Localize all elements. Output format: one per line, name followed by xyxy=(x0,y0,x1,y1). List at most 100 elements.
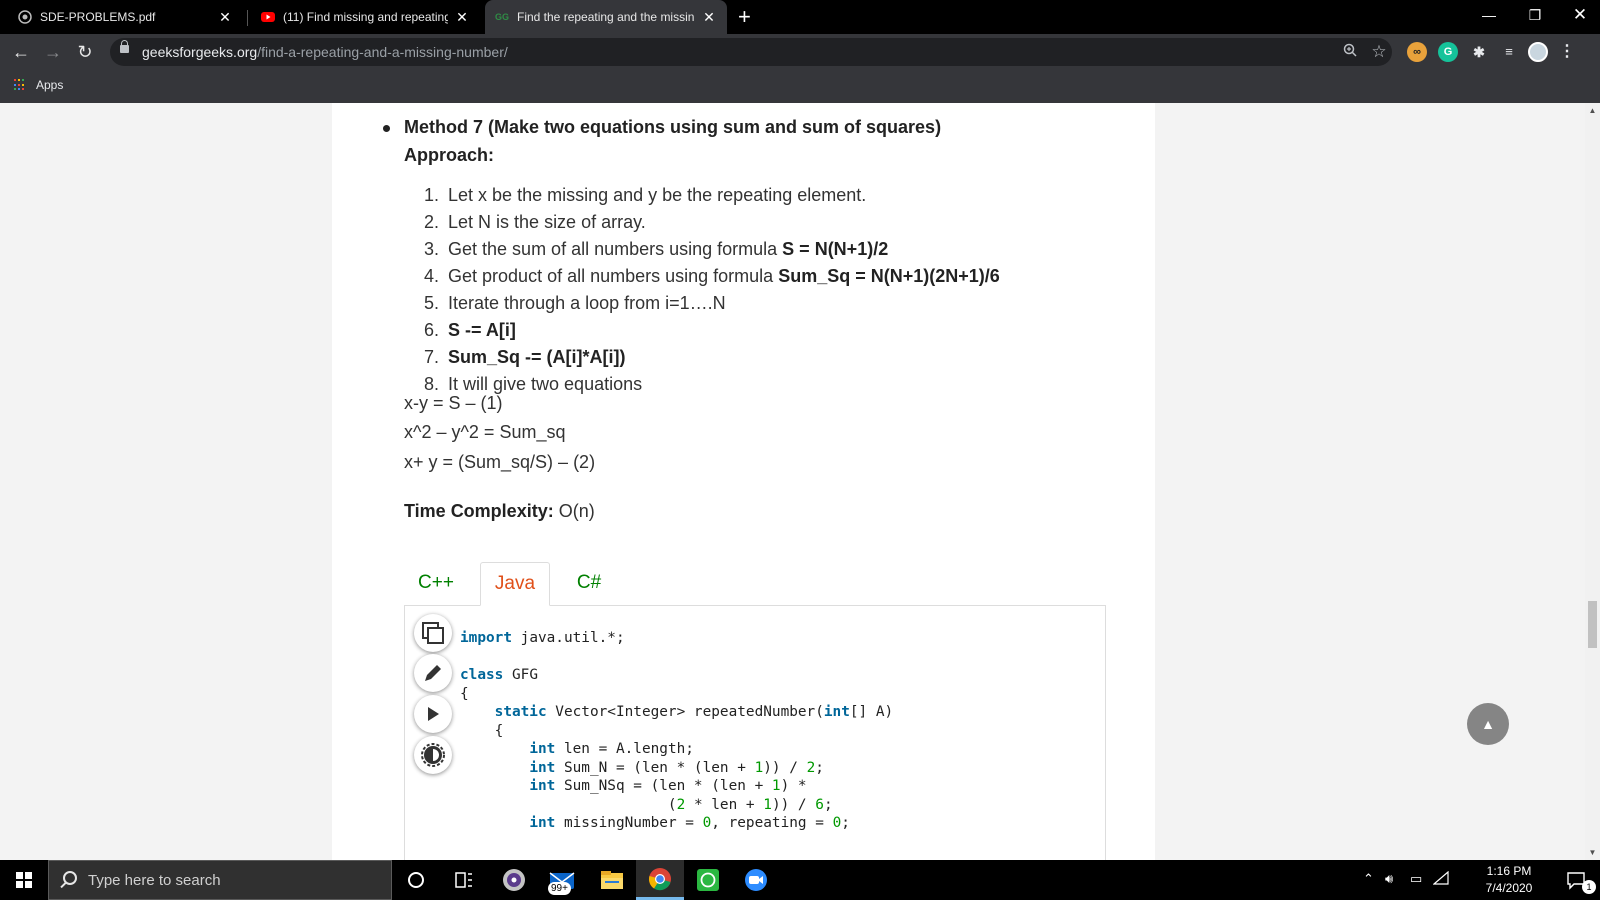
scroll-down-arrow-icon[interactable]: ▼ xyxy=(1585,845,1600,860)
restore-button[interactable]: ❐ xyxy=(1513,0,1557,30)
scroll-to-top-button[interactable]: ▲ xyxy=(1467,703,1509,745)
tab-title: Find the repeating and the missin xyxy=(517,10,695,24)
tab-separator xyxy=(247,10,248,26)
list-item: 1. Let x be the missing and y be the rep… xyxy=(424,185,867,205)
time-complexity: Time Complexity: O(n) xyxy=(404,501,595,521)
pdf-icon xyxy=(18,10,32,24)
battery-icon[interactable]: ▭ xyxy=(1410,871,1422,887)
approach-steps: 1. Let x be the missing and y be the rep… xyxy=(424,182,1000,398)
address-bar[interactable]: geeksforgeeks.org/find-a-repeating-and-a… xyxy=(110,38,1392,66)
clock-time: 1:16 PM xyxy=(1486,864,1532,878)
list-item: 8. It will give two equations xyxy=(424,374,643,394)
code-line: import java.util.*; xyxy=(460,630,625,646)
taskbar-search-input[interactable]: Type here to search xyxy=(48,860,392,900)
browser-titlebar: SDE-PROBLEMS.pdf ✕ (11) Find missing and… xyxy=(0,0,1600,34)
tab-geeksforgeeks[interactable]: GG Find the repeating and the missin ✕ xyxy=(485,0,727,34)
equation-1: x-y = S – (1) xyxy=(404,393,503,413)
tab-title: SDE-PROBLEMS.pdf xyxy=(40,10,156,24)
file-explorer-icon[interactable] xyxy=(588,860,636,900)
code-block: import java.util.*; class GFG { static V… xyxy=(404,605,1106,860)
apps-shortcut[interactable]: Apps xyxy=(14,78,63,92)
start-button[interactable] xyxy=(0,860,48,900)
action-center-icon[interactable]: 1 xyxy=(1552,860,1600,900)
method-heading: Method 7 (Make two equations using sum a… xyxy=(404,117,942,137)
tab-java[interactable]: Java xyxy=(480,562,550,606)
forward-button[interactable]: → xyxy=(40,39,66,65)
run-icon xyxy=(428,707,439,721)
profile-avatar[interactable] xyxy=(1528,42,1548,62)
run-button[interactable] xyxy=(414,695,452,733)
minimize-button[interactable]: — xyxy=(1467,0,1511,30)
task-view-icon[interactable] xyxy=(440,860,488,900)
show-hidden-icons-icon[interactable]: ⌃ xyxy=(1363,871,1374,887)
page-scrollbar[interactable]: ▲ ▼ xyxy=(1585,103,1600,860)
whatsapp-icon[interactable] xyxy=(684,860,732,900)
reload-button[interactable]: ↻ xyxy=(72,39,98,65)
scrollbar-thumb[interactable] xyxy=(1588,601,1597,648)
equation-2: x^2 – y^2 = Sum_sq xyxy=(404,422,566,442)
edit-button[interactable] xyxy=(414,654,452,692)
clock-date: 7/4/2020 xyxy=(1485,881,1533,895)
grammarly-icon[interactable]: G xyxy=(1438,42,1458,62)
windows-taskbar: Type here to search 99+ ⌃ 🔊︎ ▭ 1:16 PM 7… xyxy=(0,860,1600,900)
code-line: int Sum_N = (len * (len + 1)) / 2; xyxy=(529,760,824,776)
browser-toolbar: ← → ↻ geeksforgeeks.org/find-a-repeating… xyxy=(0,34,1600,70)
geeksforgeeks-icon: GG xyxy=(495,12,510,22)
system-clock[interactable]: 1:16 PM 7/4/2020 xyxy=(1474,863,1544,897)
media-control-icon[interactable]: ≡ xyxy=(1499,42,1519,62)
extension-icon[interactable]: ∞ xyxy=(1407,42,1427,62)
zoom-app-icon[interactable] xyxy=(732,860,780,900)
theme-icon xyxy=(421,743,445,767)
list-item: 7. Sum_Sq -= (A[i]*A[i]) xyxy=(424,347,626,367)
notification-badge: 1 xyxy=(1582,880,1596,894)
wifi-icon[interactable] xyxy=(1432,870,1449,888)
list-item: 5. Iterate through a loop from i=1….N xyxy=(424,293,726,313)
list-item: 2. Let N is the size of array. xyxy=(424,212,646,232)
new-tab-button[interactable]: + xyxy=(738,4,751,30)
back-button[interactable]: ← xyxy=(8,39,34,65)
tab-csharp[interactable]: C# xyxy=(562,562,616,606)
volume-icon[interactable]: 🔊︎ xyxy=(1385,871,1393,887)
code-line: (2 * len + 1)) / 6; xyxy=(460,797,833,813)
code-line: class GFG xyxy=(460,667,538,683)
equation-3: x+ y = (Sum_sq/S) – (2) xyxy=(404,452,596,472)
code-line: int len = A.length; xyxy=(529,741,694,757)
edit-icon xyxy=(425,665,441,681)
list-item: 4. Get product of all numbers using form… xyxy=(424,266,1000,286)
language-tabs: C++ Java C# xyxy=(404,562,1106,606)
bookmarks-bar: Apps xyxy=(0,70,1600,103)
search-icon xyxy=(63,871,77,885)
code-line: static Vector<Integer> repeatedNumber(in… xyxy=(494,704,894,720)
cortana-icon[interactable] xyxy=(392,860,440,900)
code-line: { xyxy=(460,686,469,702)
lock-icon xyxy=(120,40,129,53)
close-tab-icon[interactable]: ✕ xyxy=(454,9,470,26)
mail-icon[interactable]: 99+ xyxy=(538,860,586,900)
zoom-icon[interactable] xyxy=(1340,42,1360,62)
close-tab-icon[interactable]: ✕ xyxy=(217,9,233,26)
bookmark-star-icon[interactable]: ☆ xyxy=(1369,42,1389,62)
url-text: geeksforgeeks.org/find-a-repeating-and-a… xyxy=(142,44,508,60)
menu-kebab-icon[interactable]: ⋮ xyxy=(1557,42,1577,62)
tab-sde-problems[interactable]: SDE-PROBLEMS.pdf ✕ xyxy=(8,0,243,34)
copy-icon xyxy=(422,622,444,644)
extensions-puzzle-icon[interactable]: ✱ xyxy=(1469,42,1489,62)
list-item: 3. Get the sum of all numbers using form… xyxy=(424,239,889,259)
youtube-icon xyxy=(261,10,275,24)
copy-button[interactable] xyxy=(414,614,452,652)
article-content: Method 7 (Make two equations using sum a… xyxy=(332,103,1155,860)
scroll-up-arrow-icon[interactable]: ▲ xyxy=(1585,103,1600,118)
chrome-icon[interactable] xyxy=(636,860,684,900)
tab-youtube[interactable]: (11) Find missing and repeating n ✕ xyxy=(251,0,480,34)
media-player-icon[interactable] xyxy=(490,860,538,900)
code-line: int missingNumber = 0, repeating = 0; xyxy=(529,815,850,831)
page-viewport: Method 7 (Make two equations using sum a… xyxy=(0,103,1585,860)
list-item: 6. S -= A[i] xyxy=(424,320,516,340)
list-bullet xyxy=(383,125,390,132)
apps-label: Apps xyxy=(36,78,64,92)
theme-toggle-button[interactable] xyxy=(414,736,452,774)
tab-cpp[interactable]: C++ xyxy=(404,562,468,606)
close-window-button[interactable]: ✕ xyxy=(1558,0,1600,30)
code-line: { xyxy=(460,723,504,739)
close-tab-icon[interactable]: ✕ xyxy=(701,9,717,26)
